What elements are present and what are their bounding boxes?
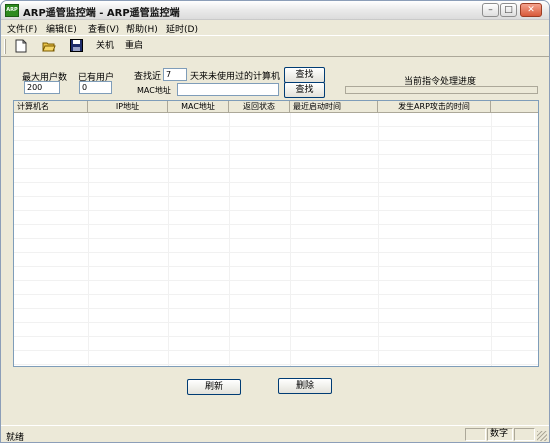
column-divider <box>491 113 492 366</box>
toolbar: 关机 重启 <box>1 35 549 57</box>
column-divider <box>88 113 89 366</box>
menu-edit[interactable]: 编辑(E) <box>46 22 77 35</box>
status-bar: 就绪 数字 <box>1 425 549 443</box>
resize-grip[interactable] <box>537 431 547 441</box>
app-icon: ARP <box>5 4 19 17</box>
max-users-field[interactable] <box>24 81 60 94</box>
column-return-status[interactable]: 返回状态 <box>229 101 290 113</box>
column-divider <box>378 113 379 366</box>
column-last-boot-time[interactable]: 最近启动时间 <box>290 101 378 113</box>
save-disk-icon <box>70 39 83 52</box>
minimize-button[interactable]: – <box>482 3 499 17</box>
refresh-button[interactable]: 刷新 <box>187 379 241 395</box>
open-folder-icon <box>42 42 56 52</box>
close-button[interactable]: ✕ <box>520 3 542 17</box>
menu-file[interactable]: 文件(F) <box>7 22 37 35</box>
close-icon: ✕ <box>527 5 535 15</box>
mac-address-field[interactable] <box>177 83 279 96</box>
window-title: ARP遥管监控端 - ARP遥管监控端 <box>23 8 180 19</box>
toolbar-grip[interactable] <box>4 39 6 54</box>
main-window: ARP ARP遥管监控端 - ARP遥管监控端 – □ ✕ 文件(F) 编辑(E… <box>0 0 550 443</box>
mac-label: MAC地址 <box>137 86 171 95</box>
maximize-button[interactable]: □ <box>500 3 517 17</box>
maximize-icon: □ <box>504 5 513 15</box>
list-body[interactable] <box>14 113 538 366</box>
save-button[interactable] <box>70 39 83 54</box>
menu-help[interactable]: 帮助(H) <box>126 22 158 35</box>
num-lock-indicator: 数字 <box>487 428 513 441</box>
computer-list[interactable]: 计算机名 IP地址 MAC地址 返回状态 最近启动时间 发生ARP攻击的时间 <box>13 100 539 367</box>
menu-delay[interactable]: 延时(D) <box>166 22 198 35</box>
existing-users-field[interactable] <box>79 81 112 94</box>
title-bar[interactable]: ARP ARP遥管监控端 - ARP遥管监控端 – □ ✕ <box>1 1 549 20</box>
find-recent-label: 查找近 <box>134 72 162 82</box>
delete-button[interactable]: 删除 <box>278 378 332 394</box>
new-file-icon <box>15 39 27 53</box>
open-button[interactable] <box>42 39 56 54</box>
search-days-button[interactable]: 查找 <box>284 67 325 83</box>
main-panel: 最大用户数 已有用户 查找近 天来未使用过的计算机 MAC地址 查找 查找 当前… <box>1 58 549 423</box>
days-field[interactable] <box>163 68 187 81</box>
command-progress-bar <box>345 86 538 94</box>
search-mac-button[interactable]: 查找 <box>284 82 325 98</box>
menu-bar: 文件(F) 编辑(E) 查看(V) 帮助(H) 延时(D) <box>1 20 549 35</box>
menu-view[interactable]: 查看(V) <box>88 22 119 35</box>
days-suffix-label: 天来未使用过的计算机 <box>190 72 281 82</box>
shutdown-button[interactable]: 关机 <box>96 39 114 54</box>
restart-button[interactable]: 重启 <box>125 39 143 54</box>
status-text: 就绪 <box>6 433 25 443</box>
list-header: 计算机名 IP地址 MAC地址 返回状态 最近启动时间 发生ARP攻击的时间 <box>14 101 538 113</box>
column-mac-address[interactable]: MAC地址 <box>168 101 229 113</box>
status-pane <box>465 428 486 441</box>
minimize-icon: – <box>488 5 493 15</box>
column-arp-attack-time[interactable]: 发生ARP攻击的时间 <box>378 101 491 113</box>
column-divider <box>229 113 230 366</box>
new-button[interactable] <box>15 39 27 54</box>
column-computer-name[interactable]: 计算机名 <box>14 101 88 113</box>
column-ip-address[interactable]: IP地址 <box>88 101 168 113</box>
column-divider <box>290 113 291 366</box>
column-divider <box>168 113 169 366</box>
status-pane <box>514 428 535 441</box>
